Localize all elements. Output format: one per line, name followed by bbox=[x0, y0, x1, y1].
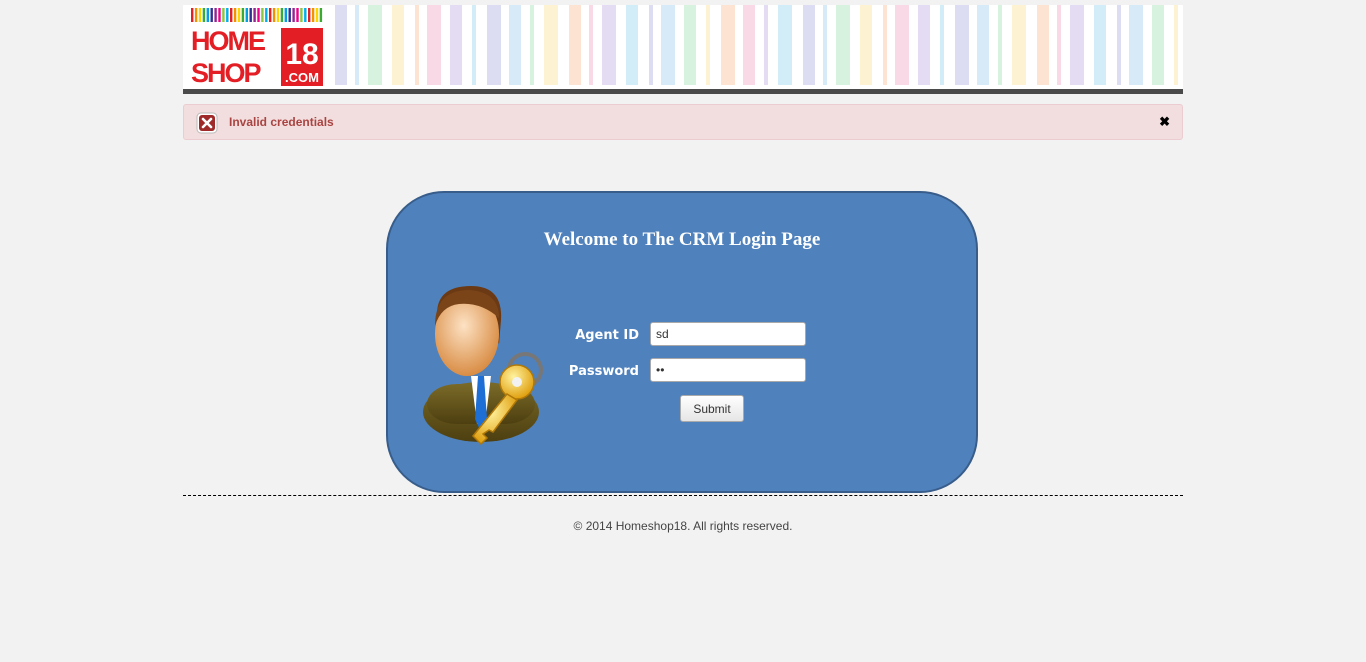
login-panel: Welcome to The CRM Login Page Agent ID s… bbox=[386, 191, 978, 493]
alert-close-button[interactable]: ✖ bbox=[1159, 114, 1170, 130]
header-banner: HOME SHOP 18 .COM bbox=[183, 5, 1183, 89]
password-input[interactable] bbox=[650, 358, 806, 382]
error-x-icon bbox=[196, 112, 218, 134]
agent-id-label: Agent ID bbox=[575, 328, 639, 343]
agent-id-input[interactable] bbox=[650, 322, 806, 346]
footer-divider bbox=[183, 495, 1183, 496]
logo-text-18: 18 bbox=[285, 38, 318, 71]
logo-text-home: HOME bbox=[191, 26, 265, 56]
logo-text-shop: SHOP bbox=[191, 58, 262, 86]
user-with-key-icon bbox=[423, 286, 543, 446]
error-alert: Invalid credentials ✖ bbox=[183, 104, 1183, 140]
login-title: Welcome to The CRM Login Page bbox=[543, 229, 821, 250]
submit-button[interactable]: Submit bbox=[680, 395, 744, 422]
password-label: Password bbox=[568, 364, 639, 379]
homeshop18-logo[interactable]: HOME SHOP 18 .COM bbox=[191, 8, 323, 86]
logo-text-com: .COM bbox=[285, 70, 319, 85]
header-divider-bar bbox=[183, 89, 1183, 94]
footer-copyright: © 2014 Homeshop18. All rights reserved. bbox=[573, 519, 793, 533]
alert-message: Invalid credentials bbox=[229, 115, 334, 129]
header-stripes-decoration bbox=[335, 5, 1178, 85]
